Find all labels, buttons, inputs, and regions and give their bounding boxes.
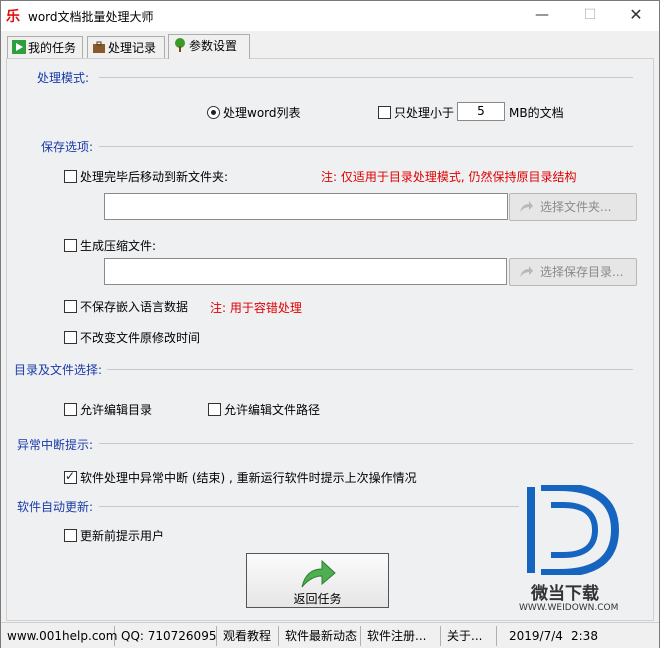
- status-time: 2:38: [571, 629, 598, 643]
- button-label: 选择保存目录...: [540, 265, 624, 279]
- move-folder-path-input[interactable]: [104, 193, 508, 220]
- checkbox-indicator: [208, 403, 221, 416]
- button-label: 选择文件夹...: [540, 200, 612, 214]
- logo-url-text: WWW.WEIDOWN.COM: [519, 603, 619, 613]
- checkbox-label: 只处理小于: [394, 106, 455, 120]
- no-embed-lang-checkbox[interactable]: 不保存嵌入语言数据: [64, 298, 188, 315]
- choose-folder-button[interactable]: 选择文件夹...: [509, 193, 637, 221]
- checkbox-indicator: [64, 529, 77, 542]
- status-about[interactable]: 关于...: [441, 626, 497, 646]
- radio-word-list[interactable]: 处理word列表: [207, 104, 301, 121]
- allow-edit-dir-checkbox[interactable]: 允许编辑目录: [64, 401, 152, 418]
- status-website[interactable]: www.001help.com: [1, 626, 117, 646]
- briefcase-icon: [93, 41, 105, 53]
- app-window: 乐 word文档批量处理大师 — ☐ ✕ 我的任务 处理记录 参数设置 处理模式…: [0, 0, 660, 648]
- button-label: 返回任务: [293, 592, 342, 606]
- tab-records[interactable]: 处理记录: [87, 36, 165, 58]
- size-suffix: MB的文档: [509, 106, 564, 120]
- zip-checkbox[interactable]: 生成压缩文件:: [64, 237, 156, 254]
- checkbox-indicator: [64, 403, 77, 416]
- play-icon: [12, 40, 26, 54]
- return-arrow-icon: [301, 559, 336, 588]
- divider: [99, 443, 633, 444]
- return-task-button[interactable]: 返回任务: [246, 553, 389, 608]
- tab-my-tasks[interactable]: 我的任务: [7, 36, 83, 58]
- checkbox-label: 不改变文件原修改时间: [80, 331, 201, 345]
- size-limit-input[interactable]: 5: [457, 102, 505, 121]
- checkbox-indicator: [378, 106, 391, 119]
- divider: [99, 506, 519, 507]
- status-date: 2019/7/4: [509, 629, 563, 643]
- no-embed-lang-note: 注: 用于容错处理: [210, 301, 302, 315]
- allow-edit-path-checkbox[interactable]: 允许编辑文件路径: [208, 401, 320, 418]
- status-qq: QQ: 710726095: [115, 626, 217, 646]
- checkbox-indicator: [64, 331, 77, 344]
- status-news[interactable]: 软件最新动态: [279, 626, 361, 646]
- checkbox-label: 生成压缩文件:: [80, 239, 157, 253]
- divider: [99, 77, 633, 78]
- title-bar: 乐 word文档批量处理大师 — ☐ ✕: [1, 1, 659, 31]
- checkbox-label: 更新前提示用户: [80, 529, 165, 543]
- divider: [107, 369, 633, 370]
- checkbox-indicator: [64, 300, 77, 313]
- checkbox-label: 软件处理中异常中断 (结束) , 重新运行软件时提示上次操作情况: [80, 471, 417, 485]
- tree-icon: [175, 38, 185, 52]
- status-tutorial[interactable]: 观看教程: [217, 626, 279, 646]
- weidown-logo: 微当下载 WWW.WEIDOWN.COM: [519, 483, 629, 615]
- app-icon: 乐: [6, 9, 20, 25]
- checkbox-indicator: [64, 170, 77, 183]
- keep-mtime-checkbox[interactable]: 不改变文件原修改时间: [64, 329, 200, 346]
- tab-settings[interactable]: 参数设置: [168, 34, 250, 59]
- only-small-checkbox[interactable]: 只处理小于: [378, 104, 454, 121]
- choose-save-dir-button[interactable]: 选择保存目录...: [509, 258, 637, 286]
- checkbox-label: 允许编辑目录: [80, 403, 153, 417]
- window-title: word文档批量处理大师: [28, 10, 154, 24]
- section-process-mode: 处理模式:: [37, 69, 94, 86]
- section-auto-update: 软件自动更新:: [17, 498, 98, 515]
- divider: [99, 146, 633, 147]
- status-register[interactable]: 软件注册...: [361, 626, 441, 646]
- checkbox-label: 不保存嵌入语言数据: [80, 300, 189, 314]
- move-folder-checkbox[interactable]: 处理完毕后移动到新文件夹:: [64, 168, 228, 185]
- arrow-icon: [520, 201, 533, 212]
- checkbox-label: 处理完毕后移动到新文件夹:: [80, 170, 229, 184]
- checkbox-indicator: [64, 469, 77, 484]
- close-button[interactable]: ✕: [613, 1, 659, 31]
- minimize-button[interactable]: —: [519, 1, 565, 31]
- update-prompt-checkbox[interactable]: 更新前提示用户: [64, 527, 164, 544]
- zip-path-input[interactable]: [104, 258, 507, 285]
- section-save-options: 保存选项:: [41, 138, 98, 155]
- tab-label: 处理记录: [108, 41, 157, 55]
- checkbox-indicator: [64, 239, 77, 252]
- radio-indicator: [207, 106, 220, 119]
- tab-label: 我的任务: [28, 41, 77, 55]
- section-abnormal: 异常中断提示:: [17, 436, 98, 453]
- radio-label: 处理word列表: [223, 106, 301, 120]
- arrow-icon: [520, 266, 533, 277]
- move-folder-note: 注: 仅适用于目录处理模式, 仍然保持原目录结构: [321, 170, 577, 184]
- tab-label: 参数设置: [189, 39, 238, 53]
- maximize-button[interactable]: ☐: [567, 1, 613, 31]
- logo-brand-text: 微当下载: [531, 584, 599, 604]
- abnormal-prompt-checkbox[interactable]: 软件处理中异常中断 (结束) , 重新运行软件时提示上次操作情况: [64, 469, 417, 486]
- logo-d-icon: [527, 483, 620, 577]
- status-bar: www.001help.com QQ: 710726095 观看教程 软件最新动…: [1, 622, 659, 648]
- checkbox-label: 允许编辑文件路径: [224, 403, 321, 417]
- section-dir-file: 目录及文件选择:: [14, 361, 107, 378]
